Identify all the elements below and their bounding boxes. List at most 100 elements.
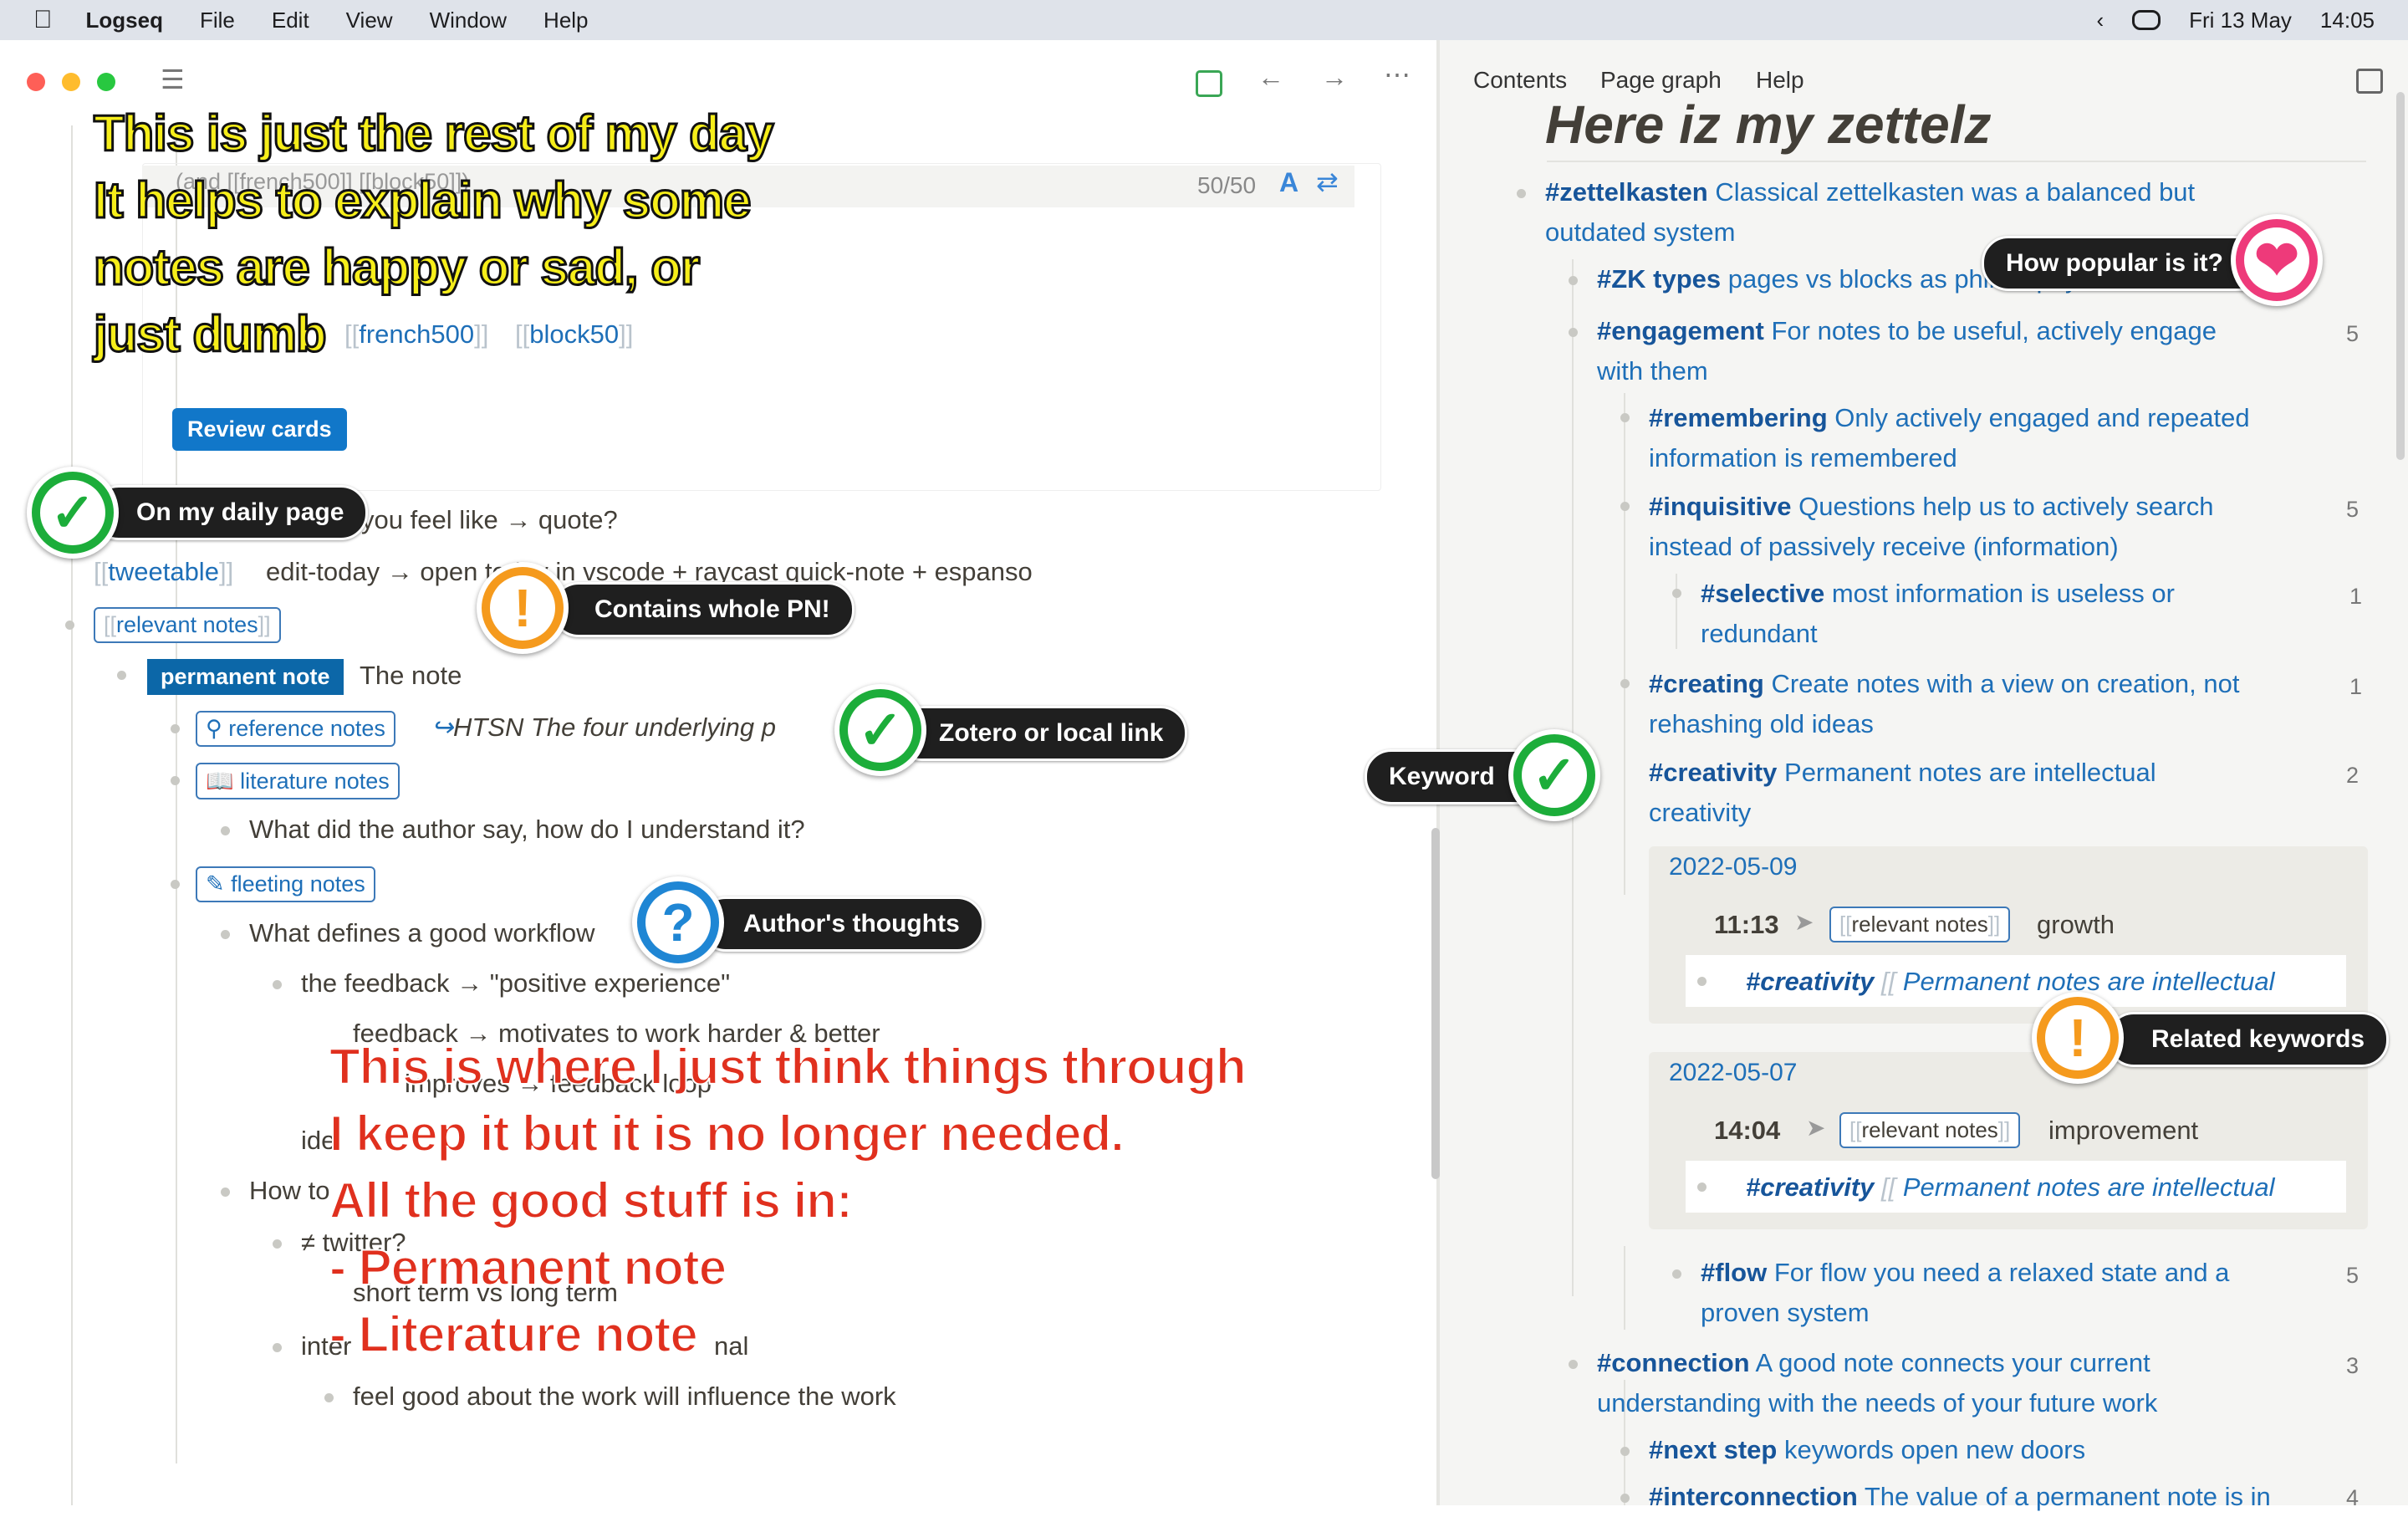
bullet[interactable]: [221, 930, 230, 939]
bullet[interactable]: [1569, 276, 1578, 285]
bullet[interactable]: [1697, 1182, 1707, 1192]
ref-count[interactable]: 1: [2349, 584, 2362, 610]
menubar-time: 14:05: [2319, 7, 2375, 33]
macos-menubar:  Logseq File Edit View Window Help ‹ Fr…: [0, 0, 2408, 40]
annotation-line: This is just the rest of my day: [93, 105, 776, 163]
more-icon[interactable]: ⋯: [1384, 59, 1411, 90]
menu-view[interactable]: View: [346, 8, 393, 33]
control-center-icon[interactable]: [2132, 10, 2161, 30]
bullet[interactable]: [324, 1393, 334, 1402]
bullet[interactable]: [1517, 189, 1526, 198]
bullet[interactable]: [171, 724, 180, 733]
bullet[interactable]: [221, 826, 230, 835]
bullet[interactable]: [117, 671, 126, 680]
page-title[interactable]: Here iz my zettelz: [1545, 94, 1992, 156]
menu-file[interactable]: File: [200, 8, 235, 33]
item-interconnection[interactable]: #interconnection The value of a permanen…: [1649, 1477, 2271, 1517]
bullet[interactable]: [1620, 1447, 1630, 1456]
ref-count[interactable]: 4: [2346, 1485, 2359, 1511]
ref-creativity[interactable]: #creativity [[ Permanent notes are intel…: [1746, 967, 2274, 997]
title-divider: [1547, 161, 2366, 162]
arrow-icon: ➤: [1794, 909, 1814, 935]
menu-window[interactable]: Window: [430, 8, 507, 33]
htsn-link[interactable]: ↪HTSN The four underlying p: [431, 713, 776, 743]
reference-notes-tag[interactable]: ⚲ reference notes: [196, 711, 395, 747]
minimize-window-button[interactable]: [62, 73, 80, 91]
menu-edit[interactable]: Edit: [272, 8, 309, 33]
bullet[interactable]: [1672, 1269, 1681, 1279]
fleeting-notes-tag[interactable]: ✎ fleeting notes: [196, 866, 375, 902]
item-remembering[interactable]: #remembering Only actively engaged and r…: [1649, 398, 2334, 478]
bullet[interactable]: [1620, 1494, 1630, 1503]
relevant-notes-tag[interactable]: [[relevant notes]]: [94, 607, 281, 643]
question-icon: ?: [632, 876, 724, 968]
relevant-notes-tag[interactable]: [[relevant notes]]: [1839, 1112, 2021, 1148]
bullet[interactable]: [273, 980, 282, 989]
bullet[interactable]: [1620, 413, 1630, 422]
tweetable-link[interactable]: [[tweetable]]: [94, 557, 233, 587]
bullet[interactable]: [171, 776, 180, 785]
forward-arrow-icon[interactable]: →: [1321, 62, 1348, 93]
tree-guide: [1624, 1246, 1625, 1330]
bullet[interactable]: [1569, 1360, 1578, 1369]
ref-word: growth: [2037, 910, 2115, 939]
permanent-note-tag[interactable]: permanent note: [147, 659, 344, 695]
item-creativity[interactable]: #creativity Permanent notes are intellec…: [1649, 753, 2334, 833]
ref-count[interactable]: 3: [2346, 1353, 2359, 1379]
tab-help[interactable]: Help: [1756, 67, 1804, 94]
item-engagement[interactable]: #engagement For notes to be useful, acti…: [1597, 311, 2299, 391]
random-page-icon[interactable]: [1196, 70, 1222, 97]
chevron-left-icon[interactable]: ‹: [2096, 8, 2104, 33]
card-count: 50/50: [1197, 172, 1257, 198]
menu-icon[interactable]: ☰: [161, 64, 185, 95]
ref-time: 11:13: [1714, 910, 1779, 939]
toggle-sidebar-icon[interactable]: [2356, 69, 2383, 94]
ref-count[interactable]: 1: [2349, 674, 2362, 700]
bullet[interactable]: [1569, 328, 1578, 337]
bullet[interactable]: [221, 1188, 230, 1197]
item-flow[interactable]: #flow For flow you need a relaxed state …: [1701, 1253, 2319, 1333]
apple-icon[interactable]: : [33, 6, 53, 34]
back-arrow-icon[interactable]: ←: [1258, 62, 1284, 93]
bullet[interactable]: [1620, 679, 1630, 688]
tab-page-graph[interactable]: Page graph: [1600, 67, 1722, 94]
ref-word: improvement: [2048, 1116, 2199, 1145]
ref-date[interactable]: 2022-05-09: [1669, 853, 1797, 881]
ref-count[interactable]: 5: [2346, 1263, 2359, 1289]
relevant-notes-tag[interactable]: [[relevant notes]]: [1829, 907, 2011, 942]
ref-count[interactable]: 5: [2346, 321, 2359, 347]
bullet[interactable]: [273, 1239, 282, 1249]
literature-notes-tag[interactable]: 📖 literature notes: [196, 763, 400, 799]
item-selective[interactable]: #selective most information is useless o…: [1701, 574, 2319, 654]
review-cards-button[interactable]: Review cards: [172, 408, 347, 451]
ref-date[interactable]: 2022-05-07: [1669, 1059, 1797, 1087]
app-menu[interactable]: Logseq: [86, 8, 163, 33]
close-window-button[interactable]: [27, 73, 45, 91]
item-creating[interactable]: #creating Create notes with a view on cr…: [1649, 664, 2334, 744]
how-to-line: How to: [249, 1176, 330, 1205]
bullet[interactable]: [1672, 589, 1681, 598]
font-icon[interactable]: A: [1279, 167, 1298, 198]
sidebar-scrollbar[interactable]: [2396, 92, 2405, 460]
menu-help[interactable]: Help: [543, 8, 588, 33]
author-question: What did the author say, how do I unders…: [249, 815, 805, 844]
item-inquisitive[interactable]: #inquisitive Questions help us to active…: [1649, 487, 2334, 567]
ref-creativity[interactable]: #creativity [[ Permanent notes are intel…: [1746, 1172, 2274, 1203]
item-connection[interactable]: #connection A good note connects your cu…: [1597, 1343, 2316, 1423]
bullet[interactable]: [65, 621, 74, 630]
bullet[interactable]: [1697, 977, 1707, 986]
item-next-step[interactable]: #next step keywords open new doors: [1649, 1430, 2085, 1470]
zoom-window-button[interactable]: [97, 73, 115, 91]
callout-zotero: Zotero or local link: [895, 706, 1188, 761]
ref-count[interactable]: 2: [2346, 763, 2359, 789]
tab-contents[interactable]: Contents: [1473, 67, 1567, 94]
bullet[interactable]: [273, 1343, 282, 1352]
bullet[interactable]: [171, 880, 180, 889]
the-note-text: The note: [360, 661, 462, 690]
bullet[interactable]: [1620, 502, 1630, 511]
shuffle-icon[interactable]: ⇄: [1316, 166, 1339, 197]
callout-authors-thoughts: Author's thoughts: [699, 896, 984, 952]
main-scrollbar[interactable]: [1431, 828, 1440, 1179]
callout-popularity: How popular is it?: [1982, 236, 2273, 291]
ref-count[interactable]: 5: [2346, 497, 2359, 523]
